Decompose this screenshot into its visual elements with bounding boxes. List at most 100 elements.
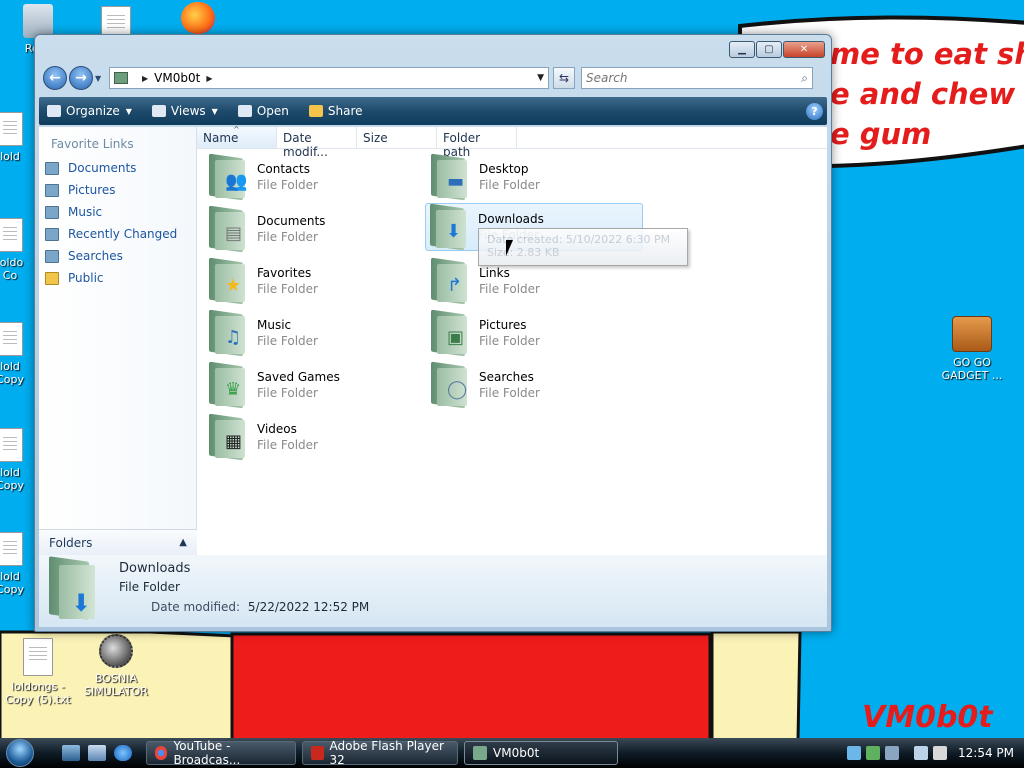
- nav-link-label: Music: [68, 205, 103, 219]
- forward-button[interactable]: →: [69, 66, 93, 90]
- user-folder-icon: [114, 72, 128, 84]
- back-button[interactable]: ←: [43, 66, 67, 90]
- folder-item[interactable]: 👥 Contacts File Folder: [205, 153, 423, 201]
- folder-type: File Folder: [257, 282, 318, 296]
- folder-item[interactable]: ▤ Documents File Folder: [205, 205, 423, 253]
- internet-explorer-icon[interactable]: [114, 745, 132, 761]
- refresh-icon: ⇆: [558, 71, 570, 85]
- folder-item[interactable]: ▬ Desktop File Folder: [427, 153, 645, 201]
- nav-link-label: Searches: [68, 249, 123, 263]
- desktop-icon-label: BOSNIA SIMULATOR: [84, 672, 148, 698]
- chevron-down-icon: ▼: [125, 106, 132, 116]
- nav-link-label: Pictures: [68, 183, 116, 197]
- nav-link-label: Documents: [68, 161, 137, 175]
- nav-link-public[interactable]: Public: [39, 267, 196, 289]
- taskbar-button-flash-player[interactable]: Adobe Flash Player 32: [302, 739, 458, 767]
- document-icon: [0, 112, 23, 146]
- folders-toggle[interactable]: Folders ▲: [39, 529, 197, 555]
- refresh-button[interactable]: ⇆: [553, 67, 575, 89]
- tray-app-icon[interactable]: [885, 746, 899, 760]
- chevron-up-icon: ▲: [179, 537, 187, 548]
- volume-muted-icon[interactable]: [933, 746, 947, 760]
- desktop-icon-firefox[interactable]: [160, 2, 236, 38]
- nav-link-documents[interactable]: Documents: [39, 157, 196, 179]
- maximize-button[interactable]: ▢: [756, 41, 782, 58]
- favorite-links-heading: Favorite Links: [51, 137, 134, 151]
- system-tray: 12:54 PM: [847, 746, 1024, 760]
- column-header-folder-path[interactable]: Folder path: [437, 127, 517, 159]
- column-header-date-modified[interactable]: Date modif...: [277, 127, 357, 159]
- views-icon: [151, 105, 166, 117]
- switch-windows-icon[interactable]: [88, 745, 106, 761]
- documents-icon: [45, 161, 59, 175]
- column-header-name[interactable]: ^ Name: [197, 125, 277, 148]
- display-icon[interactable]: [914, 746, 928, 760]
- folder-name: Pictures: [479, 318, 527, 332]
- start-button[interactable]: [0, 738, 38, 768]
- folder-item[interactable]: ▦ Videos File Folder: [205, 413, 423, 461]
- breadcrumb-separator-icon[interactable]: ▶: [142, 74, 148, 83]
- forward-arrow-icon: →: [75, 70, 87, 86]
- organize-button[interactable]: Organize ▼: [43, 102, 136, 120]
- nav-link-recently-changed[interactable]: Recently Changed: [39, 223, 196, 245]
- speech-text: me to eat shit e and chew e gum: [830, 37, 1024, 151]
- navigation-pane: Favorite Links Documents Pictures Music …: [39, 127, 197, 555]
- folder-item[interactable]: ★ Favorites File Folder: [205, 257, 423, 305]
- nav-link-music[interactable]: Music: [39, 201, 196, 223]
- search-icon[interactable]: ⌕: [801, 71, 808, 86]
- search-input[interactable]: [586, 71, 786, 85]
- folder-name: Contacts: [257, 162, 310, 176]
- close-button[interactable]: ✕: [783, 41, 825, 58]
- folder-item[interactable]: ♛ Saved Games File Folder: [205, 361, 423, 409]
- network-icon[interactable]: [847, 746, 861, 760]
- recycle-bin-icon: [23, 4, 53, 38]
- share-button[interactable]: Share: [305, 102, 367, 120]
- desktop-icon-bosnia-simulator[interactable]: BOSNIA SIMULATOR: [78, 634, 154, 698]
- task-label: VM0b0t: [493, 746, 540, 760]
- breadcrumb-separator-icon[interactable]: ▶: [206, 74, 212, 83]
- folder-name: Links: [479, 266, 510, 280]
- content-area: Favorite Links Documents Pictures Music …: [39, 125, 827, 555]
- desktop-icon-go-go-gadget[interactable]: GO GO GADGET ...: [934, 316, 1010, 382]
- recent-pages-dropdown[interactable]: ▼: [95, 74, 105, 83]
- document-icon: [0, 532, 23, 566]
- folder-name: Searches: [479, 370, 534, 384]
- views-button[interactable]: Views ▼: [148, 102, 222, 120]
- breadcrumb-user[interactable]: VM0b0t: [154, 71, 200, 85]
- taskbar: YouTube - Broadcas... Adobe Flash Player…: [0, 738, 1024, 768]
- mine-icon: [99, 634, 133, 668]
- help-button[interactable]: ?: [806, 102, 823, 120]
- flash-icon: [311, 746, 324, 760]
- nav-link-pictures[interactable]: Pictures: [39, 179, 196, 201]
- folder-type: File Folder: [257, 438, 318, 452]
- star-icon: ★: [207, 257, 249, 305]
- share-label: Share: [327, 104, 363, 118]
- details-pane: ⬇ Downloads File Folder Date modified: 5…: [39, 555, 827, 627]
- sync-icon[interactable]: [866, 746, 880, 760]
- address-bar[interactable]: ▶ VM0b0t ▶ ▼: [109, 67, 549, 89]
- folder-item[interactable]: ▣ Pictures File Folder: [427, 309, 645, 357]
- nav-link-searches[interactable]: Searches: [39, 245, 196, 267]
- document-icon: [0, 322, 23, 356]
- desktop-icon: ▬: [429, 153, 471, 201]
- folder-item[interactable]: ◯ Searches File Folder: [427, 361, 645, 409]
- window-controls: ▁ ▢ ✕: [729, 41, 825, 58]
- views-label: Views: [170, 104, 206, 118]
- column-header-size[interactable]: Size: [357, 127, 437, 148]
- open-button[interactable]: Open: [234, 102, 293, 120]
- folder-item[interactable]: ♫ Music File Folder: [205, 309, 423, 357]
- show-desktop-icon[interactable]: [62, 745, 80, 761]
- back-arrow-icon: ←: [49, 70, 61, 86]
- firefox-icon: [181, 2, 215, 34]
- folder-name: Desktop: [479, 162, 529, 176]
- minimize-button[interactable]: ▁: [729, 41, 755, 58]
- search-box[interactable]: ⌕: [581, 67, 813, 89]
- taskbar-button-explorer[interactable]: VM0b0t: [464, 741, 618, 765]
- taskbar-button-youtube[interactable]: YouTube - Broadcas...: [146, 739, 296, 767]
- nav-link-label: Recently Changed: [68, 227, 178, 241]
- folder-name: Music: [257, 318, 292, 332]
- address-dropdown-icon[interactable]: ▼: [537, 73, 544, 83]
- clock[interactable]: 12:54 PM: [958, 746, 1014, 760]
- desktop-icon-loldongs[interactable]: loldongs - Copy (5).txt: [0, 638, 76, 706]
- folder-name: Documents: [257, 214, 326, 228]
